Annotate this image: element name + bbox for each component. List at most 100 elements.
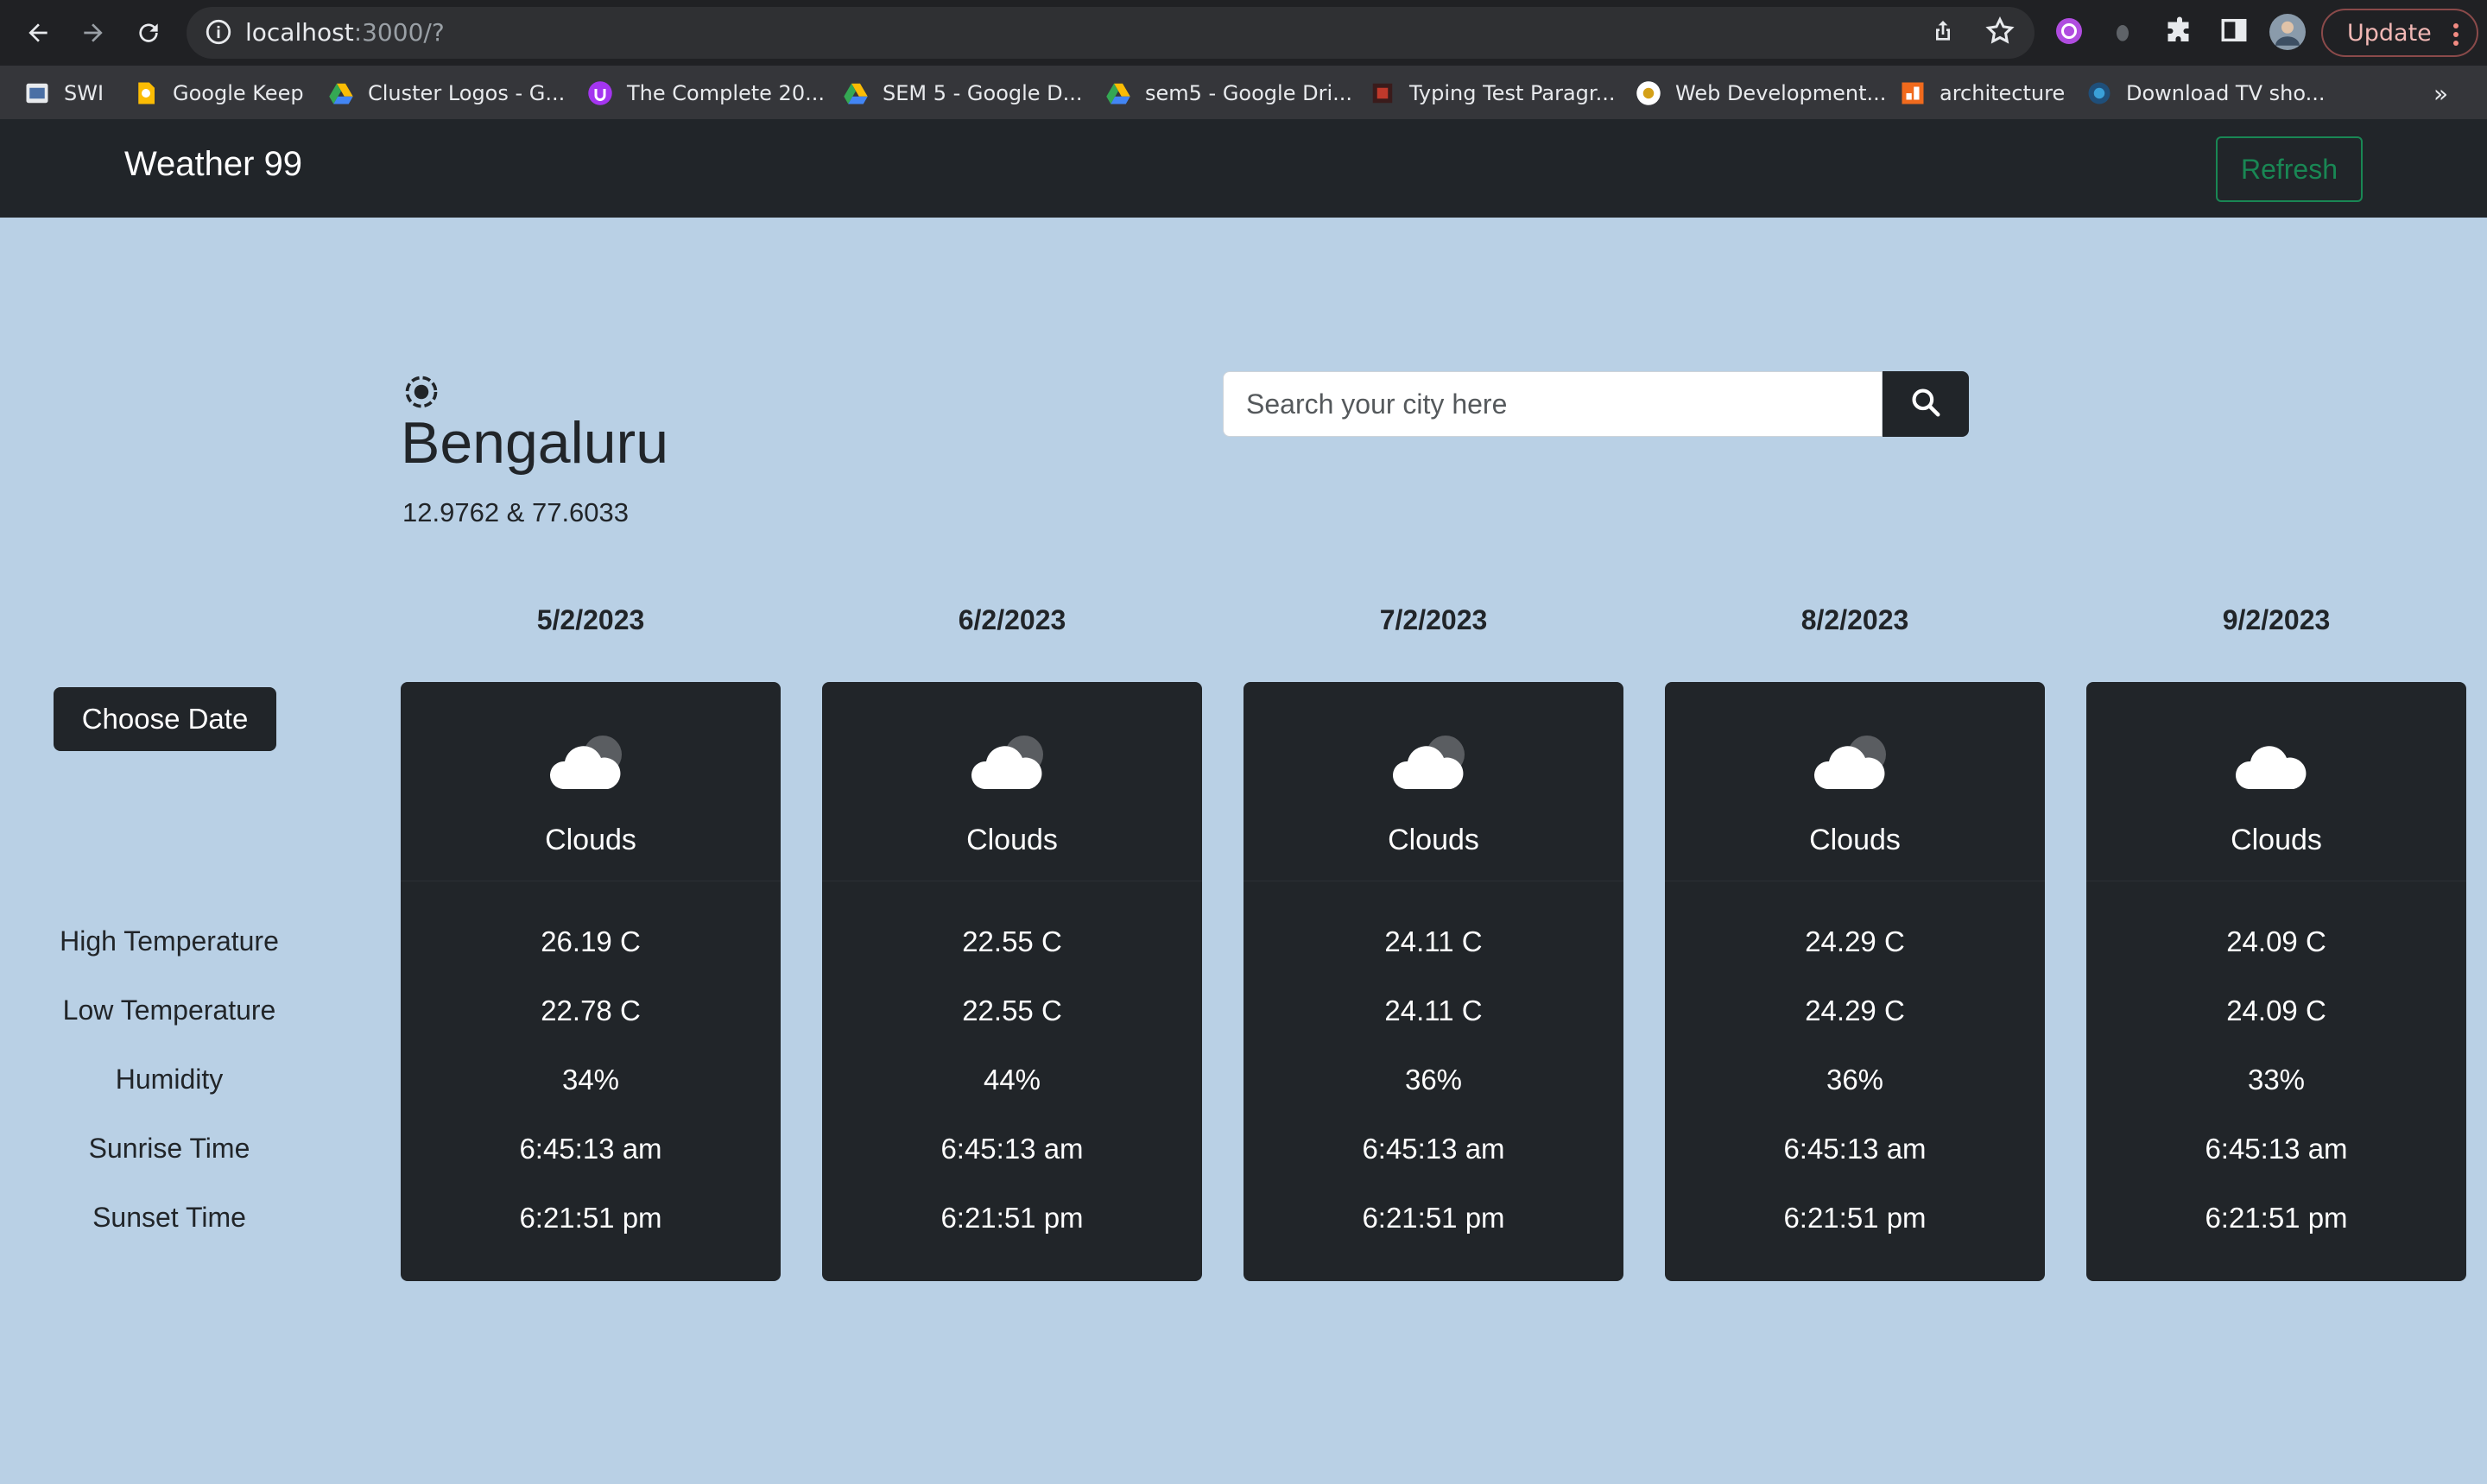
browser-toolbar: localhost:3000/? Update: [0, 0, 2487, 66]
condition-text: Clouds: [2231, 824, 2322, 856]
card-header: Clouds: [401, 682, 781, 881]
site-info-icon[interactable]: [204, 17, 233, 50]
bookmark-item[interactable]: Cluster Logos - G...: [328, 78, 565, 109]
forecast-date: 6/2/2023: [958, 604, 1066, 635]
bookmark-label: sem5 - Google Dri...: [1145, 81, 1352, 105]
google-drive-favicon: [843, 80, 869, 106]
reload-icon[interactable]: [131, 16, 166, 50]
bookmark-item[interactable]: SEM 5 - Google D...: [843, 78, 1083, 109]
bookmark-item[interactable]: architecture: [1900, 78, 2065, 109]
menu-dots-icon: [2452, 22, 2459, 53]
city-search-input[interactable]: [1223, 371, 1883, 437]
forecast-date: 5/2/2023: [536, 604, 645, 635]
bookmark-item[interactable]: The Complete 20...: [587, 78, 825, 109]
sunset-time: 6:21:51 pm: [1362, 1202, 1505, 1234]
high-temperature: 24.09 C: [2226, 925, 2326, 957]
update-label: Update: [2347, 19, 2432, 47]
brand-title[interactable]: Weather 99: [124, 145, 302, 184]
extension-purple-icon[interactable]: [2054, 16, 2085, 50]
swi-favicon: [24, 80, 50, 106]
bookmark-label: Download TV sho...: [2126, 81, 2326, 105]
bookmark-star-icon[interactable]: [1984, 16, 2016, 50]
card-header: Clouds: [2086, 682, 2466, 881]
forecast-date: 8/2/2023: [1800, 604, 1909, 635]
condition-text: Clouds: [1388, 824, 1479, 856]
forecast-card: Clouds 24.11 C 24.11 C 36% 6:45:13 am 6:…: [1244, 682, 1623, 1281]
bookmark-label: architecture: [1940, 81, 2066, 105]
bookmark-label: SEM 5 - Google D...: [883, 81, 1083, 105]
forecast-card: Clouds 24.29 C 24.29 C 36% 6:45:13 am 6:…: [1665, 682, 2045, 1281]
bookmark-item[interactable]: Download TV sho...: [2086, 78, 2326, 109]
share-icon[interactable]: [1929, 16, 1957, 50]
location-icon: [402, 373, 440, 414]
search-button[interactable]: [1883, 371, 1969, 437]
udemy-favicon: [587, 80, 613, 106]
scattered-clouds-icon: [2230, 729, 2325, 801]
bookmark-item[interactable]: sem5 - Google Dri...: [1105, 78, 1352, 109]
humidity: 44%: [983, 1064, 1041, 1096]
sunset-time: 6:21:51 pm: [1783, 1202, 1927, 1234]
sunset-time: 6:21:51 pm: [519, 1202, 662, 1234]
refresh-button[interactable]: Refresh: [2216, 136, 2363, 202]
high-temperature: 22.55 C: [962, 925, 1062, 957]
sunset-time: 6:21:51 pm: [2205, 1202, 2348, 1234]
bookmark-label: Web Development...: [1675, 81, 1887, 105]
profile-avatar[interactable]: [2269, 14, 2306, 54]
google-drive-favicon: [328, 80, 354, 106]
sunrise-time: 6:45:13 am: [519, 1133, 662, 1165]
coordinates: 12.9762 & 77.6033: [402, 497, 630, 527]
card-header: Clouds: [822, 682, 1202, 881]
humidity: 33%: [2247, 1064, 2306, 1096]
architecture-favicon: [1900, 80, 1926, 106]
extensions-puzzle-icon[interactable]: [2164, 16, 2195, 50]
bookmarks-bar: SWI Google Keep Cluster Logos - G... The…: [0, 66, 2487, 119]
web-dev-favicon: [1636, 80, 1661, 106]
label-high-temperature: High Temperature: [60, 925, 279, 957]
label-low-temperature: Low Temperature: [62, 995, 276, 1026]
extension-gray-icon[interactable]: [2110, 16, 2135, 50]
search-icon: [1909, 386, 1942, 422]
side-panel-icon[interactable]: [2219, 16, 2249, 48]
address-bar[interactable]: localhost:3000/?: [187, 7, 2035, 59]
typing-test-favicon: [1370, 80, 1395, 106]
broken-clouds-icon: [965, 729, 1060, 801]
bookmark-label: The Complete 20...: [627, 81, 825, 105]
condition-text: Clouds: [1809, 824, 1901, 856]
sunrise-time: 6:45:13 am: [1362, 1133, 1505, 1165]
more-bookmarks-button[interactable]: »: [2433, 79, 2448, 108]
humidity: 36%: [1404, 1064, 1463, 1096]
broken-clouds-icon: [1387, 729, 1482, 801]
forecast-date: 9/2/2023: [2222, 604, 2331, 635]
forward-icon[interactable]: [76, 16, 111, 50]
forecast-card: Clouds 24.09 C 24.09 C 33% 6:45:13 am 6:…: [2086, 682, 2466, 1281]
forecast-card: Clouds 26.19 C 22.78 C 34% 6:45:13 am 6:…: [401, 682, 781, 1281]
condition-text: Clouds: [545, 824, 636, 856]
bookmark-item[interactable]: Google Keep: [133, 78, 304, 109]
choose-date-button[interactable]: Choose Date: [54, 687, 276, 751]
url-text[interactable]: localhost:3000/?: [245, 18, 445, 47]
bookmark-label: Cluster Logos - G...: [368, 81, 566, 105]
update-button[interactable]: Update: [2321, 9, 2478, 57]
label-sunset-time: Sunset Time: [92, 1202, 246, 1233]
bookmark-item[interactable]: Typing Test Paragr...: [1370, 78, 1615, 109]
low-temperature: 22.78 C: [541, 995, 641, 1026]
low-temperature: 24.09 C: [2226, 995, 2326, 1026]
low-temperature: 22.55 C: [962, 995, 1062, 1026]
bookmark-label: Google Keep: [173, 81, 304, 105]
url-host: localhost: [245, 18, 354, 47]
card-header: Clouds: [1665, 682, 2045, 881]
back-icon[interactable]: [21, 16, 55, 50]
humidity: 34%: [561, 1064, 620, 1096]
label-humidity: Humidity: [115, 1064, 224, 1095]
condition-text: Clouds: [966, 824, 1058, 856]
broken-clouds-icon: [544, 729, 639, 801]
high-temperature: 24.29 C: [1805, 925, 1905, 957]
low-temperature: 24.29 C: [1805, 995, 1905, 1026]
bookmark-item[interactable]: SWI: [24, 78, 104, 109]
google-keep-favicon: [133, 80, 159, 106]
bookmark-item[interactable]: Web Development...: [1636, 78, 1886, 109]
forecast-date: 7/2/2023: [1379, 604, 1488, 635]
bookmark-label: Typing Test Paragr...: [1409, 81, 1616, 105]
humidity: 36%: [1826, 1064, 1884, 1096]
bookmark-label: SWI: [64, 81, 104, 105]
